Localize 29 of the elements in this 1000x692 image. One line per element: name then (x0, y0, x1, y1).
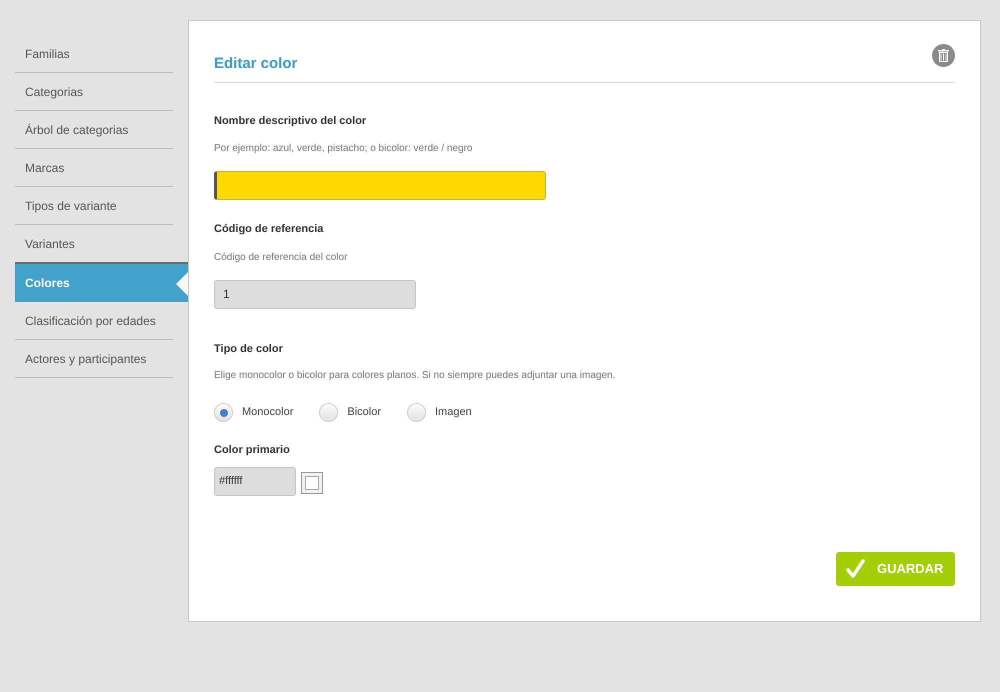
sidebar-item[interactable]: Árbol de categorias (15, 111, 173, 149)
radio-button[interactable] (214, 403, 233, 422)
field-label: Código de referencia (214, 222, 324, 237)
delete-button[interactable] (932, 44, 955, 67)
sidebar-item[interactable]: Tipos de variante (15, 187, 173, 225)
radio-button[interactable] (319, 403, 338, 422)
text-field[interactable] (214, 171, 546, 200)
sidebar-item[interactable]: Actores y participantes (15, 340, 173, 378)
radio-option[interactable]: Imagen (406, 403, 472, 422)
radio-button[interactable] (406, 403, 426, 422)
radio-option[interactable]: Bicolor (319, 403, 381, 422)
text-field[interactable]: 1 (214, 280, 416, 308)
sidebar-item[interactable]: Clasificación por edades (15, 302, 173, 340)
trash-icon (938, 48, 949, 62)
field-label: Tipo de color (214, 342, 284, 356)
sidebar-item[interactable]: Familias (15, 35, 173, 73)
help-text: Elige monocolor o bicolor para colores planos. Si no siempre puedes adjuntar una imagen. (214, 369, 616, 383)
help-text: Por ejemplo: azul, verde, pistacho; o bicolor: verde / negro (214, 142, 474, 156)
color-field[interactable]: #ffffff (214, 466, 296, 496)
sidebar-item[interactable]: Colores (15, 262, 188, 302)
sidebar-item[interactable]: Categorias (15, 73, 173, 111)
sidebar-item[interactable]: Marcas (15, 149, 173, 187)
form-title: Editar color (214, 54, 298, 74)
color-picker-button[interactable] (301, 472, 323, 494)
help-text: Código de referencia del color (214, 250, 348, 264)
checkmark-icon (846, 559, 865, 578)
field-label: Nombre descriptivo del color (214, 114, 368, 128)
radio-option[interactable]: Monocolor (214, 403, 294, 422)
field-label: Color primario (214, 443, 291, 458)
